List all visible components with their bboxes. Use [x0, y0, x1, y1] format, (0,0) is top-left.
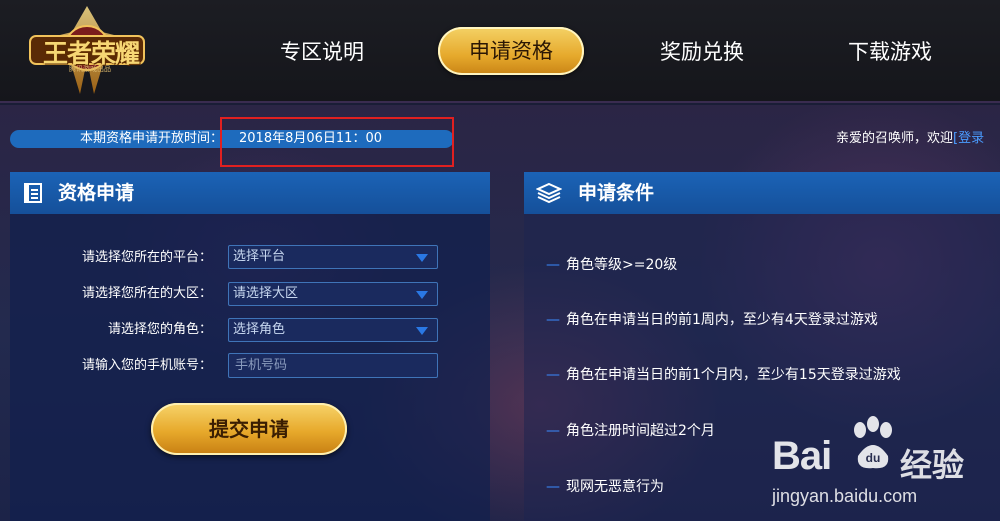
svg-text:du: du — [866, 451, 881, 465]
nav-apply-qualification[interactable]: 申请资格 — [438, 27, 584, 75]
watermark-url: jingyan.baidu.com — [772, 486, 918, 506]
chevron-down-icon — [416, 291, 428, 299]
dash-bullet-icon: — — [546, 479, 560, 495]
condition-item: — 角色在申请当日的前1周内，至少有4天登录过游戏 — [546, 311, 878, 329]
phone-input[interactable] — [228, 353, 438, 378]
game-logo[interactable]: 王者荣耀 腾讯游戏出品 — [22, 2, 152, 98]
role-select-value: 选择角色 — [233, 322, 286, 337]
condition-text: 角色在申请当日的前1个月内，至少有15天登录过游戏 — [566, 367, 901, 383]
welcome-message: 亲爱的召唤师，欢迎[登录 — [836, 131, 984, 147]
role-label: 请选择您的角色： — [107, 322, 212, 337]
condition-text: 角色等级>=20级 — [566, 257, 678, 273]
platform-label: 请选择您所在的平台： — [81, 250, 212, 265]
paw-icon: du — [854, 416, 892, 469]
dash-bullet-icon: — — [546, 367, 560, 383]
login-link[interactable]: [登录 — [953, 131, 984, 146]
region-label: 请选择您所在的大区： — [81, 286, 212, 301]
top-navigation-bar: 王者荣耀 腾讯游戏出品 专区说明 申请资格 奖励兑换 下载游戏 — [0, 0, 1000, 103]
condition-text: 角色在申请当日的前1周内，至少有4天登录过游戏 — [566, 312, 878, 328]
qualification-form-panel: 资格申请 — [10, 172, 490, 521]
platform-select-value: 选择平台 — [233, 249, 286, 264]
open-time-label: 本期资格申请开放时间： — [80, 131, 224, 146]
chevron-down-icon — [416, 327, 428, 335]
panel-title: 申请条件 — [578, 182, 655, 204]
nav-zone-intro[interactable]: 专区说明 — [270, 36, 374, 68]
region-select-value: 请选择大区 — [233, 286, 299, 301]
baidu-jingyan-watermark: Bai du 经验 jingyan.baidu.com — [760, 412, 1000, 517]
region-select[interactable]: 请选择大区 — [228, 282, 438, 306]
watermark-brand-right: 经验 — [900, 446, 965, 484]
condition-item: — 角色注册时间超过2个月 — [546, 422, 715, 440]
submit-application-button[interactable]: 提交申请 — [151, 403, 347, 455]
watermark-brand-left: Bai — [772, 434, 832, 478]
welcome-text: 亲爱的召唤师，欢迎 — [836, 131, 954, 146]
condition-item: — 角色等级>=20级 — [546, 256, 677, 274]
role-select[interactable]: 选择角色 — [228, 318, 438, 342]
condition-text: 角色注册时间超过2个月 — [566, 423, 715, 439]
condition-item: — 角色在申请当日的前1个月内，至少有15天登录过游戏 — [546, 366, 901, 384]
condition-text: 现网无恶意行为 — [566, 479, 664, 495]
document-icon — [24, 183, 42, 203]
dash-bullet-icon: — — [546, 312, 560, 328]
phone-label: 请输入您的手机账号： — [81, 358, 212, 373]
logo-subtitle: 腾讯游戏出品 — [69, 65, 111, 73]
nav-download-game[interactable]: 下载游戏 — [838, 36, 942, 68]
highlight-annotation-box — [220, 117, 454, 167]
panel-title: 资格申请 — [58, 182, 135, 204]
layers-icon — [536, 182, 562, 204]
dash-bullet-icon: — — [546, 257, 560, 273]
platform-select[interactable]: 选择平台 — [228, 245, 438, 269]
panel-header: 申请条件 — [524, 172, 1000, 214]
condition-item: — 现网无恶意行为 — [546, 478, 664, 496]
chevron-down-icon — [416, 254, 428, 262]
panel-header: 资格申请 — [10, 172, 490, 214]
dash-bullet-icon: — — [546, 423, 560, 439]
nav-reward-exchange[interactable]: 奖励兑换 — [650, 36, 754, 68]
